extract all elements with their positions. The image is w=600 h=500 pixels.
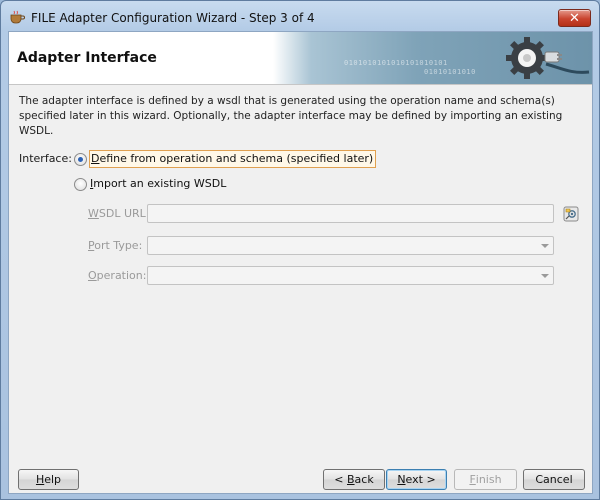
operation-select[interactable] [147, 266, 554, 285]
port-type-label-text: ort Type: [94, 239, 143, 252]
window-title: FILE Adapter Configuration Wizard - Step… [31, 11, 315, 25]
finish-button[interactable]: Finish [454, 469, 517, 490]
import-wsdl-label[interactable]: Import an existing WSDL [90, 177, 226, 190]
back-label: ack [354, 473, 374, 486]
next-button[interactable]: Next > [386, 469, 447, 490]
browse-wsdl-icon[interactable] [563, 206, 579, 222]
help-button[interactable]: Help [18, 469, 79, 490]
banner-binary-decoration: 0101010101010101010101 [344, 59, 448, 67]
close-button[interactable]: ✕ [558, 9, 591, 27]
operation-label: Operation: [88, 269, 146, 282]
mnemonic-o: O [88, 269, 97, 282]
wsdl-url-label-text: SDL URL: [98, 207, 150, 220]
coffee-cup-app-icon [10, 10, 25, 24]
define-from-operation-label[interactable]: Define from operation and schema (specif… [89, 150, 377, 168]
back-prefix: < [334, 473, 347, 486]
wsdl-url-label: WSDL URL: [88, 207, 150, 220]
gear-plug-icon [506, 37, 590, 79]
wizard-content: 0101010101010101010101 01010101010 Adapt… [8, 31, 593, 494]
define-from-operation-radio[interactable] [74, 153, 87, 166]
mnemonic-n: N [397, 473, 406, 486]
import-wsdl-radio[interactable] [74, 178, 87, 191]
help-label: elp [44, 473, 62, 486]
option-text-2: mport an existing WSDL [93, 177, 227, 190]
operation-label-text: peration: [96, 269, 147, 282]
cancel-button[interactable]: Cancel [523, 469, 585, 490]
header-banner: 0101010101010101010101 01010101010 Adapt… [9, 32, 592, 85]
mnemonic-b: B [347, 473, 355, 486]
banner-binary-decoration-2: 01010101010 [424, 68, 476, 76]
next-label: ext > [405, 473, 436, 486]
finish-label: inish [475, 473, 502, 486]
close-icon: ✕ [569, 10, 580, 26]
port-type-label: Port Type: [88, 239, 142, 252]
interface-label: Interface: [19, 152, 72, 165]
mnemonic-w: W [88, 207, 99, 220]
port-type-select[interactable] [147, 236, 554, 255]
option-text-1: efine from operation and schema (specifi… [99, 152, 374, 165]
wsdl-url-input[interactable] [147, 204, 554, 223]
chevron-down-icon [541, 244, 549, 248]
wizard-window: FILE Adapter Configuration Wizard - Step… [0, 0, 600, 500]
description-text: The adapter interface is defined by a ws… [19, 95, 563, 137]
back-button[interactable]: < Back [323, 469, 385, 490]
title-bar[interactable]: FILE Adapter Configuration Wizard - Step… [1, 1, 599, 31]
page-title: Adapter Interface [17, 50, 157, 66]
chevron-down-icon [541, 274, 549, 278]
mnemonic-h: H [35, 473, 45, 486]
